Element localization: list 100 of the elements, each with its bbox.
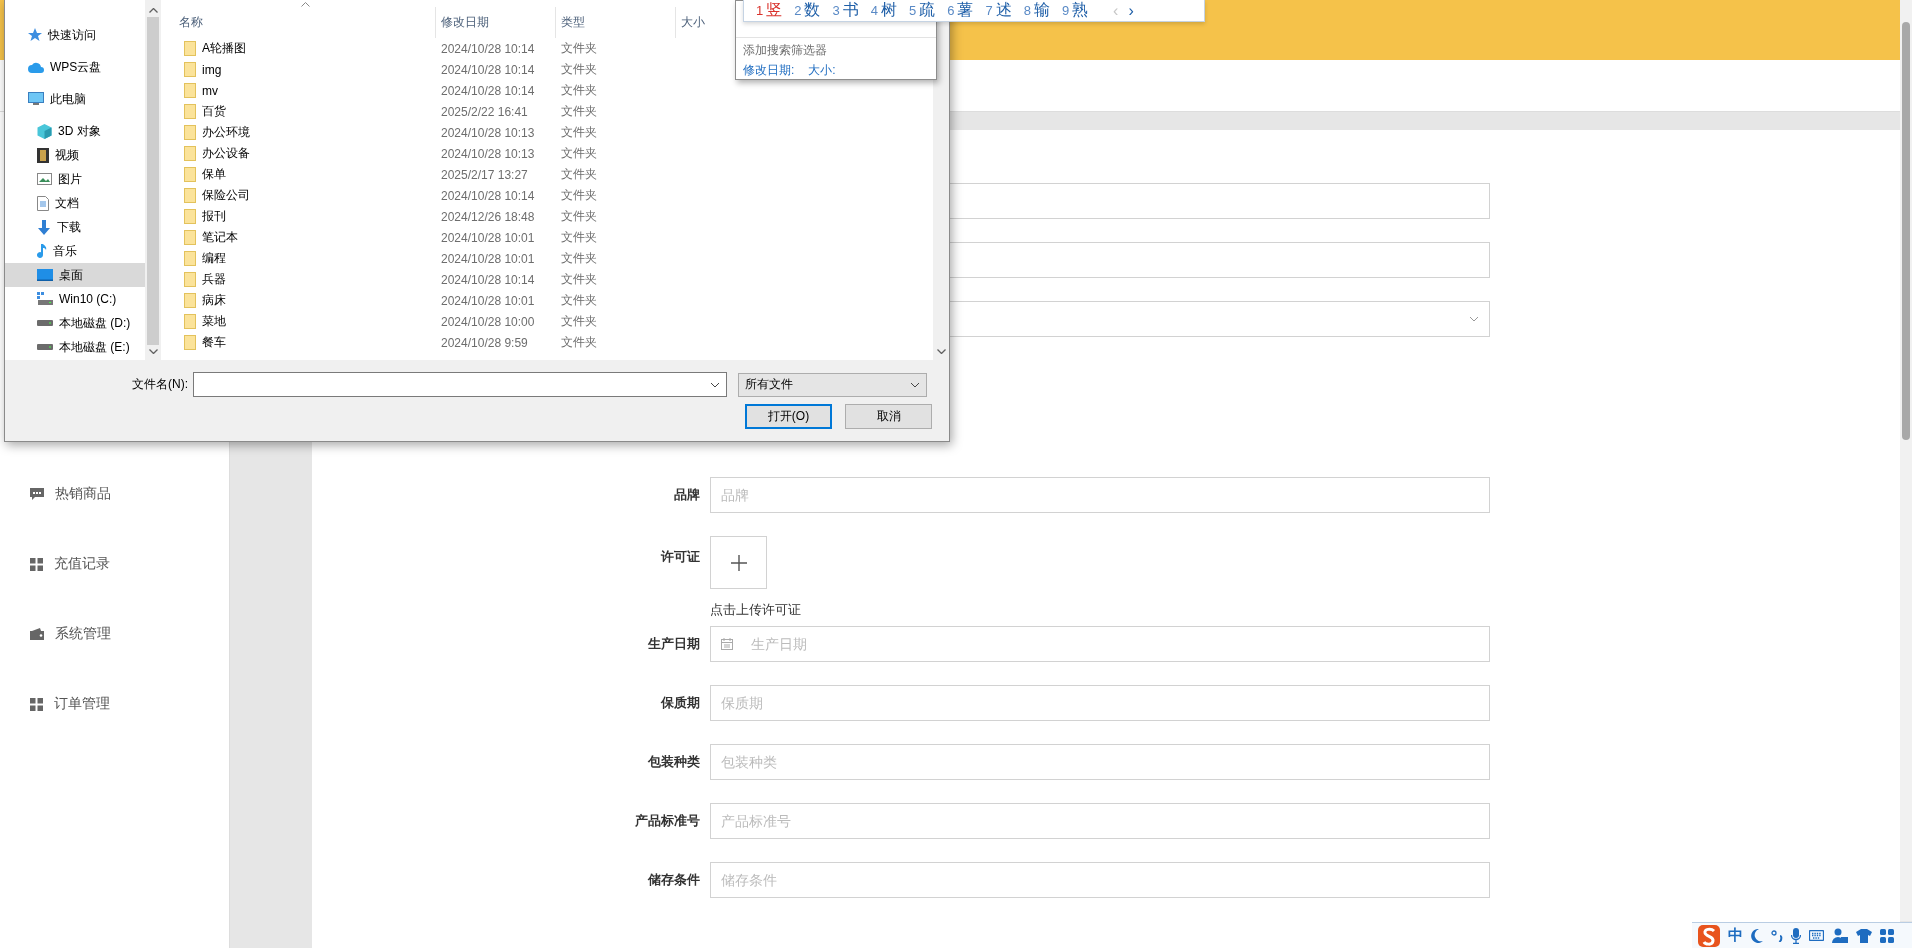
user-icon[interactable] xyxy=(1832,928,1848,943)
column-header[interactable]: 名称 xyxy=(169,7,436,38)
chevron-down-icon xyxy=(710,381,720,388)
nav-item[interactable]: 图片 xyxy=(5,167,145,191)
document-icon xyxy=(37,195,49,211)
scroll-down-icon[interactable] xyxy=(148,349,158,354)
file-name[interactable]: 报刊 xyxy=(169,208,436,225)
filter-hint: 添加搜索筛选器 xyxy=(743,42,827,59)
plus-icon xyxy=(730,554,747,571)
sidebar-item[interactable]: 热销商品 xyxy=(0,459,229,529)
scrollbar[interactable] xyxy=(1900,0,1912,921)
folder-icon xyxy=(184,272,196,287)
candidate[interactable]: 1 竖 xyxy=(756,0,783,21)
file-name[interactable]: 餐车 xyxy=(169,334,436,351)
file-name[interactable]: A轮播图 xyxy=(169,40,436,57)
scrollbar[interactable] xyxy=(145,0,161,360)
field-label: 生产日期 xyxy=(647,635,700,653)
grid-icon xyxy=(30,697,43,711)
file-date: 2024/10/28 10:14 xyxy=(440,41,536,56)
shirt-icon[interactable] xyxy=(1856,928,1872,943)
folder-icon xyxy=(184,146,196,161)
sidebar-item[interactable]: 系统管理 xyxy=(0,599,229,669)
candidate[interactable]: 5 疏 xyxy=(908,0,936,21)
text-field[interactable]: 品牌 xyxy=(710,477,1490,513)
file-name[interactable]: 病床 xyxy=(169,292,436,309)
candidate[interactable]: 2 数 xyxy=(794,0,821,21)
column-header[interactable]: 修改日期 xyxy=(436,7,556,38)
nav-item[interactable]: 快速访问 xyxy=(5,23,145,47)
nav-item[interactable]: WPS云盘 xyxy=(5,55,145,79)
candidate[interactable]: 8 输 xyxy=(1023,0,1050,21)
folder-icon xyxy=(184,251,196,266)
microphone-icon[interactable] xyxy=(1791,927,1801,944)
nav-item[interactable]: 音乐 xyxy=(5,239,145,263)
text-field[interactable]: 产品标准号 xyxy=(710,803,1490,839)
file-type: 文件夹 xyxy=(560,292,598,309)
folder-icon xyxy=(184,335,196,350)
file-type-dropdown[interactable]: 所有文件 xyxy=(738,372,927,397)
nav-item[interactable]: 视频 xyxy=(5,143,145,167)
punctuation-icon[interactable] xyxy=(1771,929,1783,942)
file-name[interactable]: 编程 xyxy=(169,250,436,267)
folder-icon xyxy=(184,188,196,203)
candidate[interactable]: 6 薯 xyxy=(947,0,974,21)
field-label: 许可证 xyxy=(660,548,700,566)
file-date: 2024/10/28 10:14 xyxy=(440,188,536,203)
nav-item[interactable]: 桌面 xyxy=(5,263,145,287)
logo-icon[interactable] xyxy=(1698,924,1720,947)
file-name[interactable]: 办公设备 xyxy=(169,145,436,162)
text-field[interactable]: 保质期 xyxy=(710,685,1490,721)
filename-field[interactable] xyxy=(193,372,727,397)
nav-item[interactable]: 此电脑 xyxy=(5,87,145,111)
filter-link[interactable]: 修改日期: xyxy=(743,62,795,79)
film-icon xyxy=(37,147,49,163)
file-name[interactable]: 菜地 xyxy=(169,313,436,330)
nav-item[interactable]: 文档 xyxy=(5,191,145,215)
file-type: 文件夹 xyxy=(560,250,598,267)
file-name[interactable]: 百货 xyxy=(169,103,436,120)
file-name[interactable]: img xyxy=(169,62,436,77)
grid-icon[interactable] xyxy=(1880,928,1894,943)
candidate[interactable]: 7 述 xyxy=(985,0,1012,21)
text-field[interactable]: 包装种类 xyxy=(710,744,1490,780)
chat-icon xyxy=(30,487,44,501)
input-mode-toggle[interactable]: 中 xyxy=(1728,926,1743,945)
file-name[interactable]: 保单 xyxy=(169,166,436,183)
file-type: 文件夹 xyxy=(560,145,598,162)
file-date: 2024/10/28 9:59 xyxy=(440,335,529,350)
file-name[interactable]: 兵器 xyxy=(169,271,436,288)
wallet-icon xyxy=(30,628,44,640)
next-page-button[interactable]: › xyxy=(1125,1,1137,20)
nav-item[interactable]: 下载 xyxy=(5,215,145,239)
file-name[interactable]: 办公环境 xyxy=(169,124,436,141)
nav-item[interactable]: 3D 对象 xyxy=(5,119,145,143)
moon-icon[interactable] xyxy=(1751,928,1763,943)
filter-link[interactable]: 大小: xyxy=(808,62,836,79)
file-type: 文件夹 xyxy=(560,208,598,225)
candidate[interactable]: 3 书 xyxy=(832,0,859,21)
keyboard-icon[interactable] xyxy=(1809,930,1824,941)
sidebar-item[interactable]: 充值记录 xyxy=(0,529,229,599)
file-name[interactable]: 笔记本 xyxy=(169,229,436,246)
scroll-down-icon[interactable] xyxy=(936,349,946,354)
file-date: 2025/2/17 13:27 xyxy=(440,167,529,182)
nav-item[interactable]: Win10 (C:) xyxy=(5,287,145,311)
folder-icon xyxy=(184,125,196,140)
nav-item[interactable]: 本地磁盘 (D:) xyxy=(5,311,145,335)
upload-hint: 点击上传许可证 xyxy=(710,601,801,619)
open-button[interactable]: 打开(O) xyxy=(745,404,832,429)
file-name[interactable]: 保险公司 xyxy=(169,187,436,204)
file-type: 文件夹 xyxy=(560,229,598,246)
column-header[interactable]: 类型 xyxy=(556,7,676,38)
file-type: 文件夹 xyxy=(560,313,598,330)
text-field[interactable]: 储存条件 xyxy=(710,862,1490,898)
file-type: 文件夹 xyxy=(560,61,598,78)
scroll-up-icon[interactable] xyxy=(148,8,158,13)
file-name[interactable]: mv xyxy=(169,83,436,98)
nav-item[interactable]: 本地磁盘 (E:) xyxy=(5,335,145,359)
candidate[interactable]: 4 树 xyxy=(870,0,897,21)
file-date: 2024/10/28 10:01 xyxy=(440,293,536,308)
date-field[interactable]: 生产日期 xyxy=(710,626,1490,662)
sidebar-item[interactable]: 订单管理 xyxy=(0,669,229,739)
cancel-button[interactable]: 取消 xyxy=(845,404,932,429)
candidate[interactable]: 9 熟 xyxy=(1061,0,1089,21)
